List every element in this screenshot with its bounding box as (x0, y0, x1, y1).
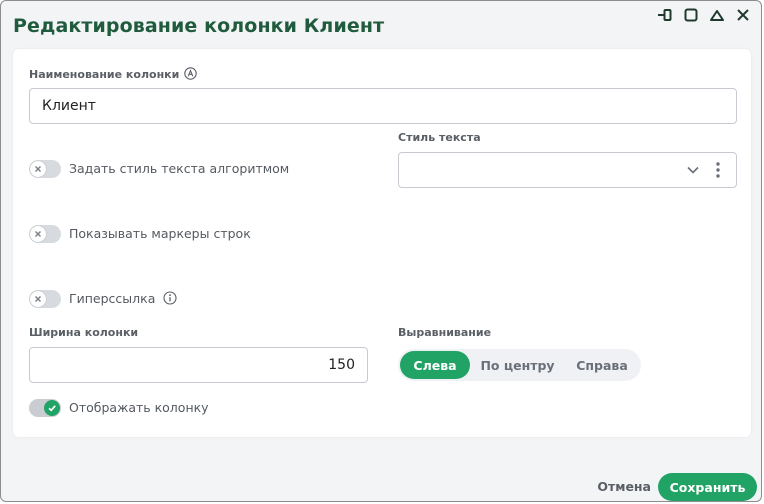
text-style-label: Стиль текста (398, 131, 481, 144)
text-style-select[interactable] (398, 152, 737, 188)
alignment-label: Выравнивание (398, 326, 492, 339)
column-width-label: Ширина колонки (29, 326, 139, 339)
text-style-algorithm-label: Задать стиль текста алгоритмом (69, 161, 290, 176)
chevron-down-icon[interactable] (686, 164, 700, 180)
auto-icon[interactable] (184, 67, 197, 83)
pin-icon[interactable] (657, 7, 673, 23)
column-name-label: Наименование колонки (29, 67, 197, 83)
hyperlink-label-text: Гиперссылка (69, 291, 156, 306)
collapse-icon[interactable] (709, 7, 725, 23)
column-name-value: Клиент (42, 98, 96, 114)
edit-column-dialog: Редактирование колонки Клиент Наименован… (0, 0, 762, 502)
close-icon[interactable] (735, 7, 751, 23)
toggle-off-icon (30, 161, 46, 177)
save-button[interactable]: Сохранить (658, 473, 757, 501)
more-vertical-icon[interactable] (716, 161, 720, 183)
toggle-off-icon (30, 291, 46, 307)
column-width-input[interactable]: 150 (29, 347, 368, 383)
show-column-toggle[interactable] (29, 399, 61, 417)
maximize-icon[interactable] (683, 7, 699, 23)
column-width-value: 150 (328, 357, 355, 373)
show-column-label: Отображать колонку (69, 400, 209, 415)
alignment-segmented-control: Слева По центру Справа (398, 349, 641, 381)
hyperlink-label: Гиперссылка (69, 291, 177, 308)
row-markers-label: Показывать маркеры строк (69, 226, 251, 241)
align-left-option[interactable]: Слева (400, 351, 470, 379)
dialog-title: Редактирование колонки Клиент (13, 15, 385, 37)
align-center-option[interactable]: По центру (470, 351, 565, 379)
settings-card: Наименование колонки Клиент Задать стиль… (13, 49, 751, 437)
column-name-input[interactable]: Клиент (29, 88, 737, 124)
toggle-off-icon (30, 226, 46, 242)
text-style-algorithm-toggle[interactable] (29, 160, 61, 178)
cancel-button[interactable]: Отмена (597, 479, 651, 494)
hyperlink-toggle[interactable] (29, 290, 61, 308)
row-markers-toggle[interactable] (29, 225, 61, 243)
info-icon[interactable] (163, 291, 177, 308)
check-icon (44, 400, 60, 416)
column-name-label-text: Наименование колонки (29, 68, 180, 81)
align-right-option[interactable]: Справа (565, 351, 639, 379)
window-controls (657, 7, 751, 23)
